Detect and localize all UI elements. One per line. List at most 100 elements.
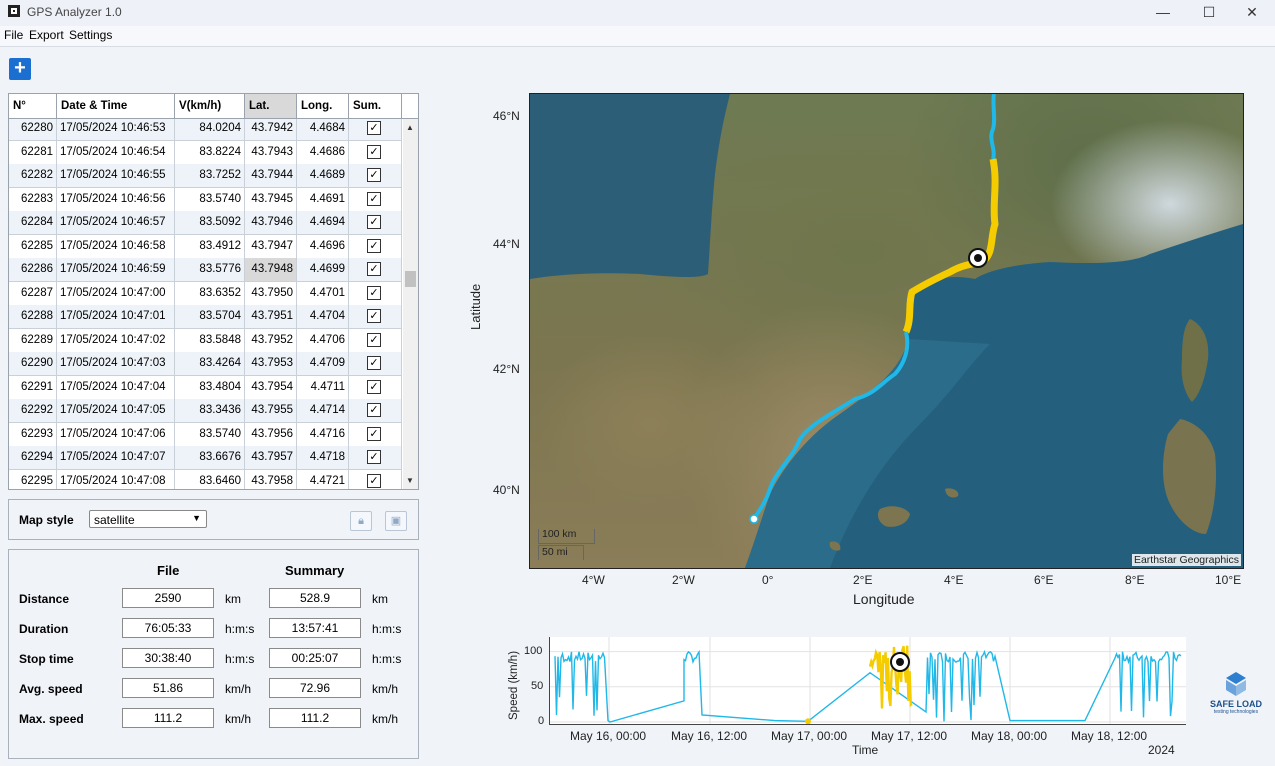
satellite-map[interactable]: 100 km 50 mi Earthstar Geographics — [529, 93, 1244, 569]
table-cell[interactable]: 62290 — [9, 352, 57, 375]
table-cell[interactable]: 17/05/2024 10:47:00 — [57, 281, 175, 305]
table-cell[interactable]: 17/05/2024 10:46:56 — [57, 187, 175, 211]
maximize-button[interactable]: ☐ — [1186, 0, 1232, 26]
table-cell[interactable]: 83.7252 — [175, 164, 245, 187]
table-cell[interactable]: 43.7948 — [245, 258, 297, 281]
header-lat[interactable]: Lat. — [245, 94, 297, 118]
header-number[interactable]: N° — [9, 94, 57, 118]
table-cell[interactable]: 83.5092 — [175, 211, 245, 234]
table-row[interactable]: 62285 17/05/2024 10:46:58 83.4912 43.7947 4.… — [9, 234, 402, 259]
table-row[interactable]: 62287 17/05/2024 10:47:00 83.6352 43.7950 4.… — [9, 281, 402, 306]
table-cell[interactable]: 83.6352 — [175, 281, 245, 305]
table-cell[interactable]: 43.7952 — [245, 328, 297, 352]
table-cell[interactable]: 4.4701 — [297, 281, 349, 305]
table-cell[interactable]: 62294 — [9, 446, 57, 469]
table-cell[interactable]: 62283 — [9, 187, 57, 211]
table-cell[interactable]: 17/05/2024 10:46:53 — [57, 119, 175, 140]
table-row[interactable]: 62284 17/05/2024 10:46:57 83.5092 43.7946 4.… — [9, 211, 402, 235]
sum-checkbox[interactable]: ✓ — [367, 356, 381, 370]
table-scrollbar[interactable]: ▲ ▼ — [403, 119, 418, 489]
sum-checkbox[interactable]: ✓ — [367, 238, 381, 253]
table-cell[interactable]: 4.4704 — [297, 305, 349, 328]
table-cell[interactable]: 4.4696 — [297, 234, 349, 258]
table-cell[interactable]: 43.7955 — [245, 399, 297, 422]
table-cell[interactable]: 43.7950 — [245, 281, 297, 305]
sum-checkbox[interactable]: ✓ — [367, 215, 381, 229]
table-row[interactable]: 62281 17/05/2024 10:46:54 83.8224 43.7943 4.… — [9, 140, 402, 165]
header-speed[interactable]: V(km/h) — [175, 94, 245, 118]
table-cell[interactable]: 83.3436 — [175, 399, 245, 422]
table-cell[interactable]: 4.4691 — [297, 187, 349, 211]
sum-checkbox[interactable]: ✓ — [367, 309, 381, 323]
table-cell[interactable]: 4.4711 — [297, 375, 349, 399]
stat-summary-value[interactable]: 72.96 — [269, 678, 361, 698]
sum-checkbox[interactable]: ✓ — [367, 191, 381, 206]
table-cell[interactable]: 43.7945 — [245, 187, 297, 211]
table-cell[interactable]: 62291 — [9, 375, 57, 399]
speed-chart[interactable] — [549, 637, 1186, 725]
table-row[interactable]: 62289 17/05/2024 10:47:02 83.5848 43.7952 4.… — [9, 328, 402, 353]
table-cell[interactable]: 4.4716 — [297, 422, 349, 446]
table-cell[interactable]: 62288 — [9, 305, 57, 328]
sum-checkbox[interactable]: ✓ — [367, 379, 381, 394]
header-long[interactable]: Long. — [297, 94, 349, 118]
table-cell[interactable]: 62284 — [9, 211, 57, 234]
table-cell[interactable]: 4.4686 — [297, 140, 349, 164]
header-sum[interactable]: Sum. — [349, 94, 402, 118]
table-cell[interactable]: 4.4721 — [297, 469, 349, 489]
table-cell[interactable]: 83.4912 — [175, 234, 245, 258]
table-cell[interactable]: 17/05/2024 10:46:58 — [57, 234, 175, 258]
table-cell[interactable]: 62280 — [9, 119, 57, 140]
table-cell[interactable]: 83.6460 — [175, 469, 245, 489]
table-cell[interactable]: 4.4689 — [297, 164, 349, 187]
stat-summary-value[interactable]: 13:57:41 — [269, 618, 361, 638]
stat-summary-value[interactable]: 111.2 — [269, 708, 361, 728]
sum-checkbox[interactable]: ✓ — [367, 473, 381, 488]
table-cell[interactable]: 62292 — [9, 399, 57, 422]
table-cell[interactable]: 83.8224 — [175, 140, 245, 164]
table-cell[interactable]: 83.4804 — [175, 375, 245, 399]
table-cell[interactable]: 83.4264 — [175, 352, 245, 375]
table-cell[interactable]: 43.7957 — [245, 446, 297, 469]
table-cell[interactable]: 62281 — [9, 140, 57, 164]
table-row[interactable]: 62291 17/05/2024 10:47:04 83.4804 43.7954 4.… — [9, 375, 402, 400]
table-cell[interactable]: 17/05/2024 10:46:57 — [57, 211, 175, 234]
table-cell[interactable]: 17/05/2024 10:46:59 — [57, 258, 175, 281]
table-cell[interactable]: 62293 — [9, 422, 57, 446]
table-cell[interactable]: 17/05/2024 10:47:02 — [57, 328, 175, 352]
table-cell[interactable]: 43.7958 — [245, 469, 297, 489]
scroll-down-icon[interactable]: ▼ — [406, 476, 414, 485]
table-row[interactable]: 62290 17/05/2024 10:47:03 83.4264 43.7953 4.… — [9, 352, 402, 376]
table-cell[interactable]: 83.5704 — [175, 305, 245, 328]
table-cell[interactable]: 62285 — [9, 234, 57, 258]
sum-checkbox[interactable]: ✓ — [367, 121, 381, 135]
table-cell[interactable]: 4.4706 — [297, 328, 349, 352]
stat-summary-value[interactable]: 528.9 — [269, 588, 361, 608]
table-cell[interactable]: 17/05/2024 10:47:04 — [57, 375, 175, 399]
stat-summary-value[interactable]: 00:25:07 — [269, 648, 361, 668]
lock-button[interactable]: 🔒︎ — [350, 511, 372, 531]
add-file-button[interactable]: + — [9, 58, 31, 80]
table-row[interactable]: 62292 17/05/2024 10:47:05 83.3436 43.7955 4.… — [9, 399, 402, 423]
table-cell[interactable]: 43.7954 — [245, 375, 297, 399]
sum-checkbox[interactable]: ✓ — [367, 262, 381, 276]
table-row[interactable]: 62280 17/05/2024 10:46:53 84.0204 43.7942 4.… — [9, 119, 402, 141]
table-cell[interactable]: 4.4709 — [297, 352, 349, 375]
table-cell[interactable]: 43.7943 — [245, 140, 297, 164]
table-row[interactable]: 62294 17/05/2024 10:47:07 83.6676 43.7957 4.… — [9, 446, 402, 470]
stat-file-value[interactable]: 51.86 — [122, 678, 214, 698]
table-row[interactable]: 62283 17/05/2024 10:46:56 83.5740 43.7945 4.… — [9, 187, 402, 212]
menu-export[interactable]: Export — [29, 28, 64, 42]
sum-checkbox[interactable]: ✓ — [367, 144, 381, 159]
stat-file-value[interactable]: 2590 — [122, 588, 214, 608]
table-cell[interactable]: 17/05/2024 10:47:07 — [57, 446, 175, 469]
table-cell[interactable]: 83.5740 — [175, 187, 245, 211]
table-cell[interactable]: 84.0204 — [175, 119, 245, 140]
save-image-button[interactable]: ▣ — [385, 511, 407, 531]
table-cell[interactable]: 4.4694 — [297, 211, 349, 234]
table-cell[interactable]: 17/05/2024 10:47:08 — [57, 469, 175, 489]
table-cell[interactable]: 17/05/2024 10:47:01 — [57, 305, 175, 328]
table-cell[interactable]: 43.7942 — [245, 119, 297, 140]
map-style-select[interactable]: satellite ▼ — [89, 510, 207, 528]
table-cell[interactable]: 43.7947 — [245, 234, 297, 258]
